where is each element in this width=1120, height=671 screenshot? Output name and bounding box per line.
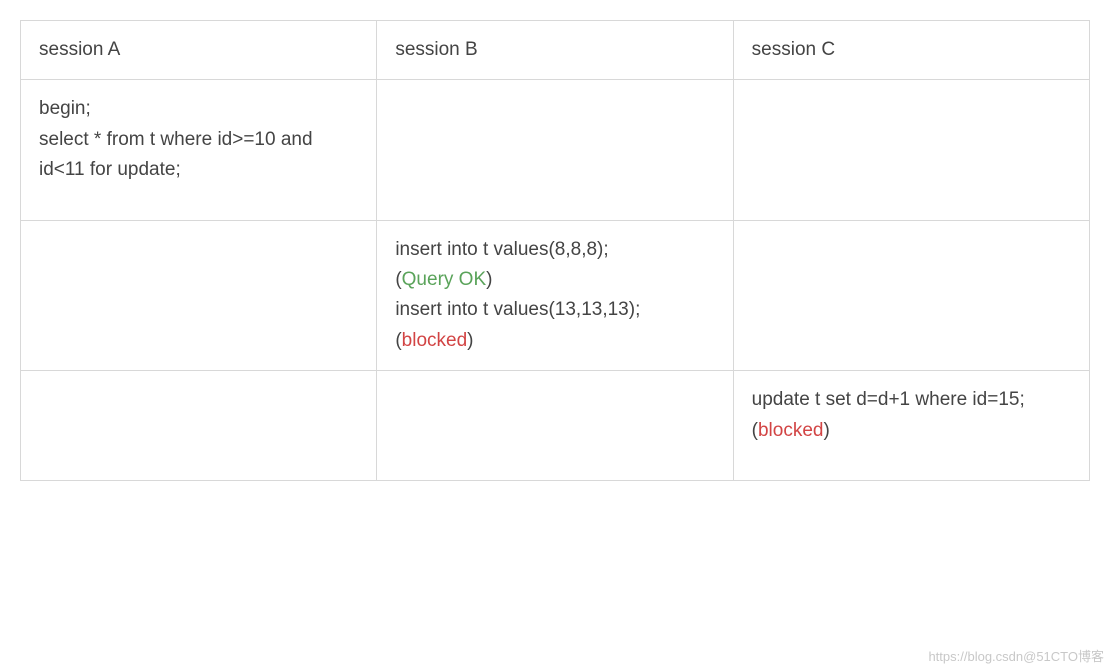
status-blocked: blocked [402,330,468,351]
header-session-b: session B [377,21,733,80]
watermark: https://blog.csdn@51CTO博客 [928,646,1104,665]
cell-r2-c [733,220,1089,371]
cell-r3-b [377,371,733,481]
cell-r1-a: begin; select * from t where id>=10 and … [21,80,377,220]
sessions-table: session A session B session C begin; sel… [20,20,1090,481]
cell-r2-b: insert into t values(8,8,8); (Query OK) … [377,220,733,371]
paren: ) [467,330,473,351]
cell-r3-c: update t set d=d+1 where id=15; (blocked… [733,371,1089,481]
cell-r1-c [733,80,1089,220]
table-row: update t set d=d+1 where id=15; (blocked… [21,371,1090,481]
sql-line: insert into t values(13,13,13); [395,299,640,320]
table-row: begin; select * from t where id>=10 and … [21,80,1090,220]
paren: ) [486,269,492,290]
sql-line: insert into t values(8,8,8); [395,239,608,260]
status-blocked: blocked [758,420,824,441]
header-session-c: session C [733,21,1089,80]
table-row: insert into t values(8,8,8); (Query OK) … [21,220,1090,371]
sql-line: update t set d=d+1 where id=15; [752,389,1025,410]
table-header-row: session A session B session C [21,21,1090,80]
cell-r3-a [21,371,377,481]
paren: ) [823,420,829,441]
header-session-a: session A [21,21,377,80]
cell-r1-b [377,80,733,220]
cell-r2-a [21,220,377,371]
status-query-ok: Query OK [402,269,486,290]
